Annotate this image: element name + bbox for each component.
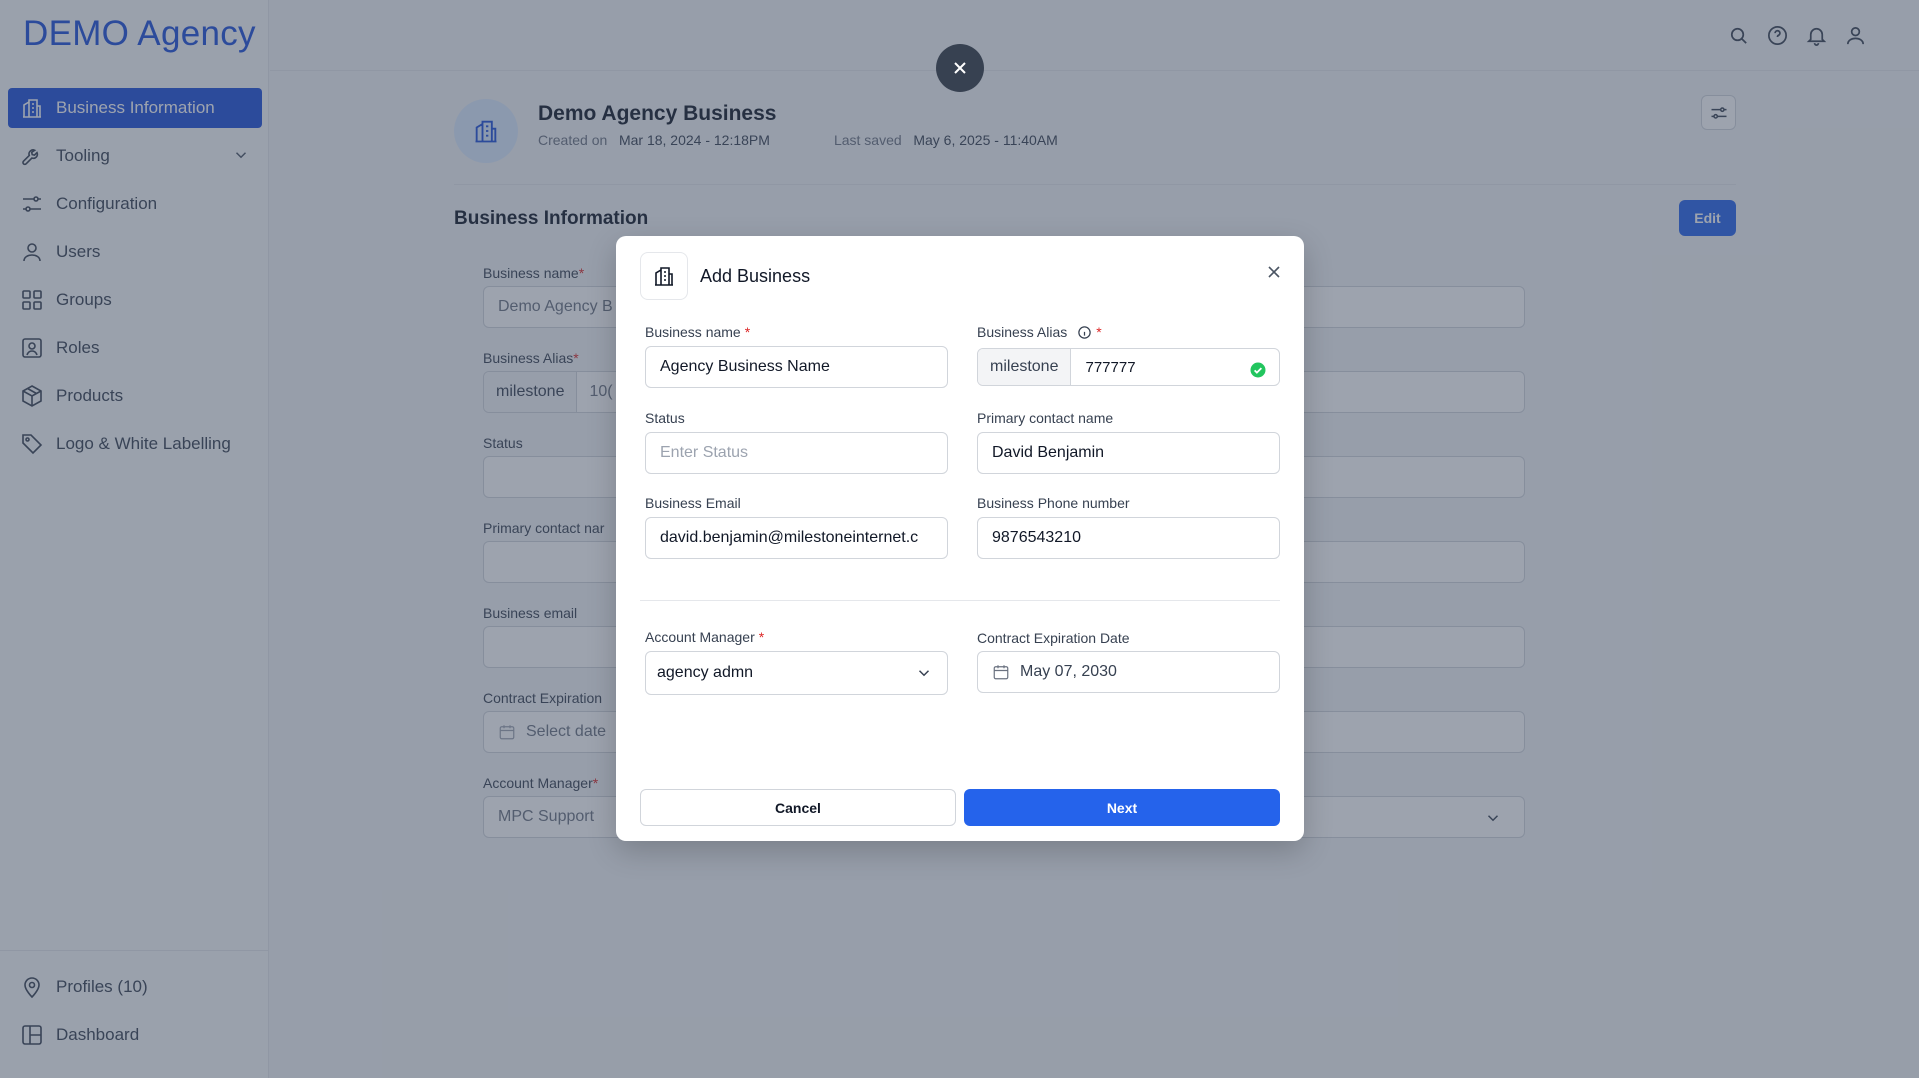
- business-alias-label: Business Alias *: [977, 324, 1102, 340]
- cancel-button[interactable]: Cancel: [640, 789, 956, 826]
- modal-divider: [640, 600, 1280, 601]
- add-business-modal: Add Business Business name * Agency Busin…: [616, 236, 1304, 841]
- close-icon: [1268, 266, 1280, 278]
- next-button[interactable]: Next: [964, 789, 1280, 826]
- business-alias-input[interactable]: milestone 777777: [977, 348, 1280, 386]
- primary-contact-input[interactable]: David Benjamin: [977, 432, 1280, 474]
- business-phone-label: Business Phone number: [977, 495, 1130, 511]
- business-email-label: Business Email: [645, 495, 741, 511]
- building-icon: [655, 267, 673, 286]
- modal-title: Add Business: [700, 266, 811, 286]
- check-circle-icon: [1250, 362, 1266, 378]
- status-label: Status: [645, 410, 685, 426]
- contract-expiration-input[interactable]: May 07, 2030: [977, 651, 1280, 693]
- close-icon: [954, 62, 966, 74]
- status-input[interactable]: Enter Status: [645, 432, 948, 474]
- business-phone-input[interactable]: 9876543210: [977, 517, 1280, 559]
- account-manager-label: Account Manager *: [645, 629, 765, 645]
- chevron-down-icon: [918, 670, 930, 677]
- account-manager-select[interactable]: agency admn: [645, 651, 948, 695]
- business-name-input[interactable]: Agency Business Name: [645, 346, 948, 388]
- calendar-icon: [993, 665, 1009, 680]
- business-name-label: Business name *: [645, 324, 751, 340]
- business-alias-prefix: milestone: [978, 349, 1072, 385]
- business-alias-value: 777777: [1085, 358, 1136, 376]
- contract-expiration-label: Contract Expiration Date: [977, 630, 1130, 646]
- business-email-input[interactable]: david.benjamin@milestoneinternet.c: [645, 517, 948, 559]
- modal-building-badge: [640, 252, 688, 300]
- primary-contact-label: Primary contact name: [977, 410, 1114, 426]
- modal-close-button[interactable]: [1264, 262, 1284, 282]
- info-icon[interactable]: [1077, 325, 1092, 340]
- overlay-close-button[interactable]: [936, 44, 984, 92]
